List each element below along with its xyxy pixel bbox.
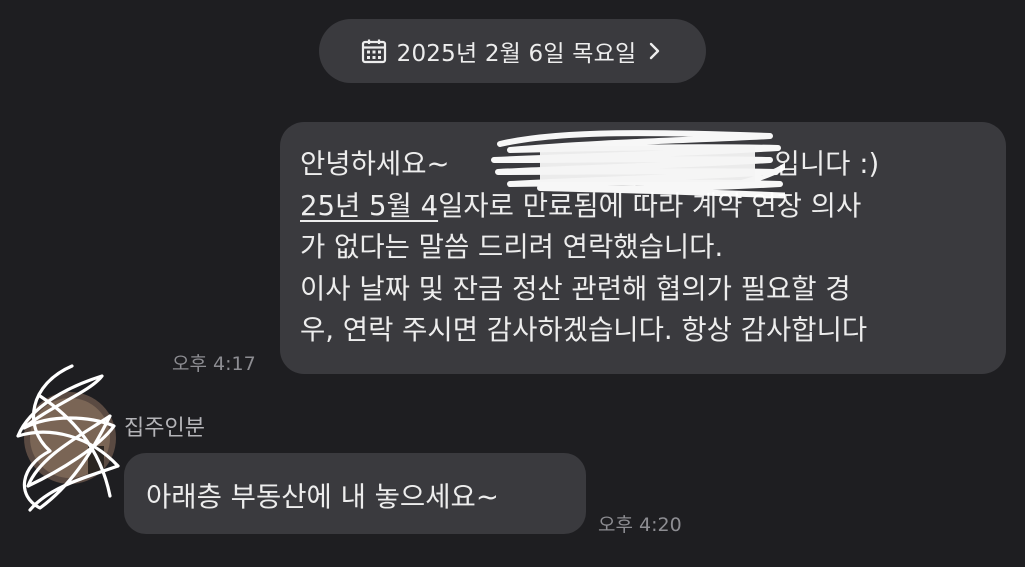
message-line: 우, 연락 주시면 감사하겠습니다. 항상 감사합니다: [300, 314, 868, 346]
chat-screen: 2025년 2월 6일 목요일 안녕하세요~ 입니다 :) 25년 5월 4일자로…: [0, 0, 1025, 567]
incoming-timestamp: 오후 4:20: [598, 514, 682, 536]
self-intro-text: 입니다 :): [774, 148, 880, 180]
message-line: 안녕하세요~ 입니다 :): [300, 144, 986, 186]
outgoing-message-bubble[interactable]: 안녕하세요~ 입니다 :) 25년 5월 4일자로 만료됨에 따라 계약 연장 의…: [280, 122, 1006, 374]
calendar-icon: [361, 39, 386, 64]
message-line: 25년 5월 4일자로 만료됨에 따라 계약 연장 의사: [300, 186, 986, 228]
avatar[interactable]: [10, 356, 125, 516]
message-text: 아래층 부동산에 내 놓으세요~: [146, 480, 499, 513]
message-line: 가 없다는 말씀 드리려 연락했습니다.: [300, 231, 724, 263]
message-text: 일자로 만료됨에 따라 계약 연장 의사: [438, 189, 862, 222]
chevron-right-icon: [650, 42, 660, 60]
date-header-text: 2025년 2월 6일 목요일: [396, 41, 637, 67]
date-link[interactable]: 25년 5월 4: [300, 190, 438, 222]
outgoing-timestamp: 오후 4:17: [172, 353, 256, 375]
message-line: 이사 날짜 및 잔금 정산 관련해 협의가 필요할 경: [300, 272, 851, 305]
incoming-message-bubble[interactable]: 아래층 부동산에 내 놓으세요~: [124, 453, 586, 534]
sender-name: 집주인분: [124, 416, 205, 441]
date-header-button[interactable]: 2025년 2월 6일 목요일: [319, 19, 706, 83]
greeting-text: 안녕하세요~: [300, 148, 450, 180]
